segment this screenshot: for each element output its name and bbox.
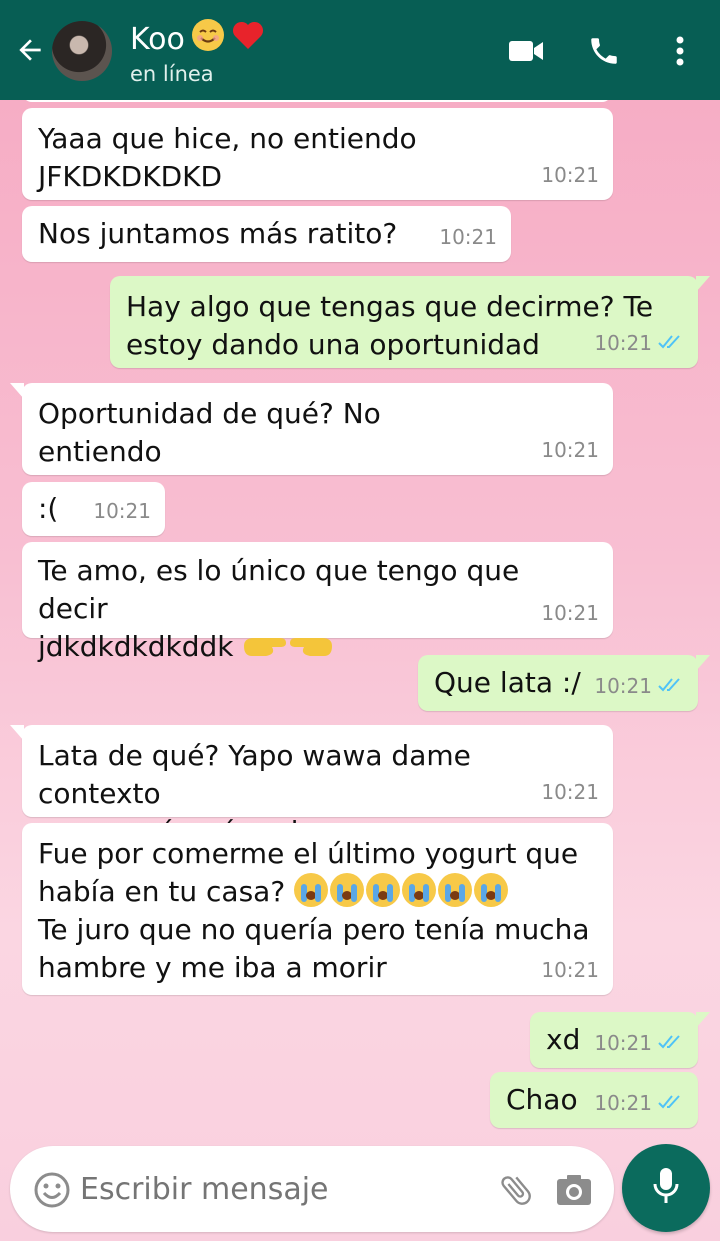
message-incoming[interactable]: Yaaa que hice, no entiendo JFKDKDKDKD 10… — [22, 108, 613, 200]
message-text-line2: había en tu casa? — [38, 875, 286, 908]
message-time: 10:21 — [594, 331, 652, 355]
message-time: 10:21 — [541, 601, 599, 625]
emoji-icon[interactable] — [30, 1168, 74, 1212]
message-time: 10:21 — [541, 958, 599, 982]
crying-face-icon — [366, 873, 401, 907]
message-incoming[interactable]: Lata de qué? Yapo wawa dame contexto que… — [10, 725, 613, 848]
message-meta: 10:21 — [439, 218, 497, 256]
message-meta: 10:21 — [541, 594, 599, 632]
message-text-rest: Te juro que no quería pero tenía mucha h… — [38, 913, 590, 984]
message-incoming[interactable]: Fue por comerme el último yogurt que hab… — [22, 823, 613, 995]
message-meta: 10:21 — [93, 492, 151, 530]
message-meta: 10:21 — [594, 667, 684, 705]
double-check-read-icon — [658, 1084, 684, 1122]
phone-call-icon[interactable] — [584, 30, 624, 72]
message-meta: 10:21 — [594, 1084, 684, 1122]
bubble-tail — [696, 655, 710, 671]
message-meta: 10:21 — [594, 1024, 684, 1062]
message-text: Oportunidad de qué? No entiendo — [38, 397, 381, 468]
voice-message-button[interactable] — [622, 1144, 710, 1232]
crying-face-icon — [438, 873, 473, 907]
back-arrow-icon[interactable] — [12, 30, 48, 70]
contact-name-text: Koo — [130, 22, 185, 57]
message-time: 10:21 — [594, 1031, 652, 1055]
message-incoming[interactable]: Te amo, es lo único que tengo que decir … — [22, 542, 613, 663]
red-heart-icon — [231, 19, 265, 61]
message-incoming[interactable]: Oportunidad de qué? No entiendo 10:21 — [10, 383, 613, 475]
message-text: Nos juntamos más ratito? — [38, 217, 398, 250]
double-check-read-icon — [658, 1024, 684, 1062]
chat-header: Koo en línea — [0, 0, 720, 100]
message-outgoing[interactable]: Chao 10:21 — [490, 1072, 698, 1128]
message-input[interactable] — [80, 1166, 480, 1212]
message-time: 10:21 — [93, 499, 151, 523]
message-outgoing[interactable]: Hay algo que tengas que decirme? Te esto… — [110, 276, 710, 368]
message-meta: 10:21 — [541, 773, 599, 811]
message-meta: 10:21 — [541, 431, 599, 469]
message-meta: 10:21 — [594, 324, 684, 362]
pointing-hands-icon — [242, 630, 334, 670]
message-time: 10:21 — [594, 674, 652, 698]
message-text-line1: Fue por comerme el último yogurt que — [38, 837, 579, 870]
attach-icon[interactable] — [494, 1168, 538, 1212]
contact-status: en línea — [130, 62, 214, 86]
more-options-icon[interactable] — [668, 30, 692, 72]
double-check-read-icon — [658, 667, 684, 705]
message-outgoing[interactable]: xd 10:21 — [530, 1012, 710, 1068]
message-time: 10:21 — [541, 438, 599, 462]
message-time: 10:21 — [594, 1091, 652, 1115]
message-list[interactable]: Yaaa que hice, no entiendo JFKDKDKDKD 10… — [0, 100, 720, 1140]
message-time: 10:21 — [541, 163, 599, 187]
bubble-tail — [10, 725, 24, 741]
message-time: 10:21 — [439, 225, 497, 249]
message-incoming[interactable]: Nos juntamos más ratito? 10:21 — [22, 206, 511, 262]
contact-name[interactable]: Koo — [130, 18, 265, 62]
avatar[interactable] — [52, 21, 112, 81]
crying-face-icon — [402, 873, 437, 907]
video-call-icon[interactable] — [506, 30, 546, 72]
crying-face-icon — [474, 873, 509, 907]
smiling-face-icon — [191, 18, 225, 62]
message-outgoing[interactable]: Que lata :/ 10:21 — [418, 655, 710, 711]
message-text: Yaaa que hice, no entiendo JFKDKDKDKD — [38, 122, 417, 193]
camera-icon[interactable] — [552, 1168, 596, 1212]
message-composer[interactable] — [10, 1146, 614, 1232]
bubble-tail — [10, 383, 24, 399]
microphone-icon — [651, 1166, 681, 1210]
bubble-tail — [696, 1012, 710, 1028]
crying-face-icon — [294, 873, 329, 907]
message-incoming[interactable]: :( 10:21 — [22, 482, 165, 536]
crying-face-icon — [330, 873, 365, 907]
message-meta: 10:21 — [541, 156, 599, 194]
cropped-message-edge — [22, 100, 612, 102]
message-meta: 10:21 — [541, 951, 599, 989]
message-time: 10:21 — [541, 780, 599, 804]
double-check-read-icon — [658, 324, 684, 362]
bubble-tail — [696, 276, 710, 292]
